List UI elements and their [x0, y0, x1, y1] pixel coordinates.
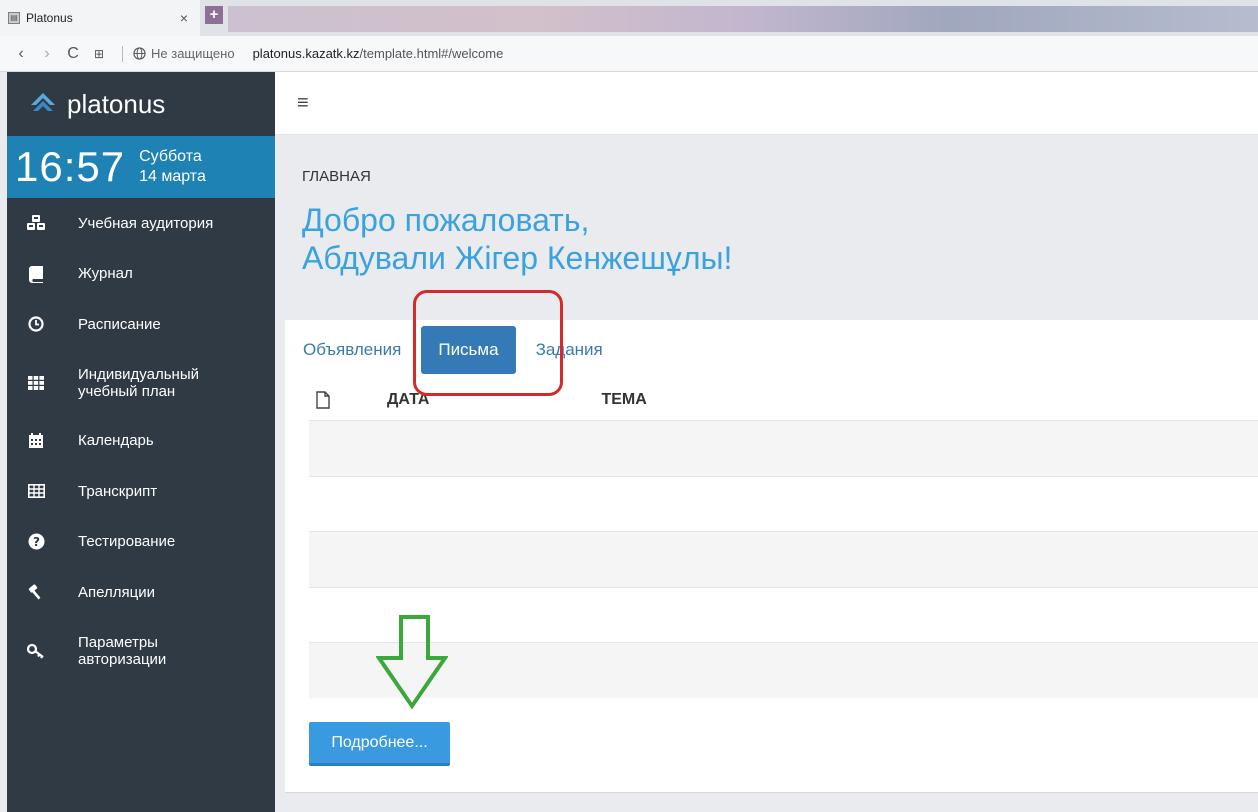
- sidebar-item-label: Индивидуальный учебный план: [78, 366, 199, 400]
- brand-name: platonus: [67, 88, 166, 119]
- breadcrumb: ГЛАВНАЯ: [302, 168, 371, 185]
- clock-widget: 16:57 Суббота 14 марта: [7, 136, 275, 198]
- clock-weekday: Суббота: [139, 148, 202, 165]
- security-note: Не защищено: [151, 46, 235, 61]
- sidebar-item-label: Учебная аудитория: [78, 214, 214, 232]
- brand[interactable]: platonus: [7, 72, 275, 136]
- hamburger-menu-icon[interactable]: ≡: [297, 92, 309, 115]
- tab-title: Platonus: [26, 11, 73, 25]
- sidebar-item-appeals[interactable]: Апелляции: [7, 567, 275, 618]
- table-row: [309, 531, 1258, 587]
- svg-text:?: ?: [33, 535, 40, 549]
- address-bar: ‹ › C ⊞ Не защищено platonus.kazatk.kz/t…: [0, 36, 1258, 72]
- clock-date: Суббота 14 марта: [139, 147, 206, 187]
- messages-table: [309, 420, 1258, 698]
- cubes-icon: [25, 212, 47, 234]
- clock-icon: [25, 313, 47, 335]
- red-highlight-box: [413, 290, 563, 396]
- more-button[interactable]: Подробнее...: [309, 722, 450, 766]
- sidebar-item-label: Апелляции: [78, 583, 155, 601]
- table-row: [309, 475, 1258, 532]
- platonus-logo-icon: [31, 93, 55, 111]
- column-subject[interactable]: ТЕМА: [601, 391, 646, 409]
- green-down-arrow-icon: [376, 615, 448, 710]
- top-bar: ≡: [275, 72, 1258, 135]
- table-icon: [25, 480, 47, 502]
- tab-bar-background: [228, 6, 1258, 32]
- forward-icon[interactable]: ›: [34, 45, 60, 63]
- label-line-1: Параметры: [78, 633, 158, 651]
- welcome-line-1: Добро пожаловать,: [302, 202, 590, 238]
- clock-time: 16:57: [15, 143, 126, 190]
- welcome-line-2: Абдували Жігер Кенжешұлы!: [302, 240, 733, 276]
- sidebar-item-auth-settings[interactable]: Параметры авторизации: [7, 618, 275, 684]
- tab-announcements[interactable]: Объявления: [303, 340, 409, 360]
- apps-grid-icon[interactable]: ⊞: [86, 47, 112, 61]
- sidebar-item-testing[interactable]: ? Тестирование: [7, 517, 275, 568]
- security-indicator[interactable]: Не защищено: [133, 46, 235, 61]
- reload-icon[interactable]: C: [60, 45, 86, 63]
- url-domain: platonus.kazatk.kz: [252, 46, 360, 61]
- label-line-1: Индивидуальный: [78, 365, 199, 383]
- table-row: [309, 420, 1258, 476]
- sidebar-item-transcript[interactable]: Транскрипт: [7, 466, 275, 517]
- url-path: /template.html#/welcome: [359, 46, 504, 61]
- table-row: [309, 586, 1258, 643]
- sidebar-item-label: Календарь: [78, 432, 154, 450]
- label-line-2: учебный план: [78, 382, 176, 400]
- sidebar-item-label: Тестирование: [78, 533, 176, 551]
- table-row: [309, 642, 1258, 698]
- key-icon: [25, 640, 47, 662]
- close-tab-icon[interactable]: ×: [180, 10, 188, 26]
- welcome-title: Добро пожаловать, Абдували Жігер Кенжешұ…: [302, 201, 732, 277]
- calendar-icon: [25, 430, 47, 452]
- page-header: ГЛАВНАЯ Добро пожаловать, Абдували Жігер…: [275, 135, 1258, 315]
- new-tab-button[interactable]: +: [205, 6, 223, 24]
- browser-tab[interactable]: ▤ Platonus ×: [0, 0, 200, 36]
- question-icon: ?: [25, 531, 47, 553]
- divider: [122, 45, 123, 62]
- sidebar-item-journal[interactable]: Журнал: [7, 249, 275, 300]
- file-icon: [316, 391, 330, 409]
- divider: [285, 792, 1258, 793]
- clock-day: 14 марта: [139, 168, 206, 185]
- sidebar-item-calendar[interactable]: Календарь: [7, 416, 275, 467]
- page-icon: ▤: [8, 12, 20, 24]
- sidebar-item-schedule[interactable]: Расписание: [7, 299, 275, 350]
- back-icon[interactable]: ‹: [8, 45, 34, 63]
- globe-icon: [133, 47, 146, 60]
- sidebar-item-classroom[interactable]: Учебная аудитория: [7, 198, 275, 249]
- label-line-2: авторизации: [78, 650, 167, 668]
- book-icon: [25, 263, 47, 285]
- sidebar-item-label: Параметры авторизации: [78, 634, 166, 668]
- sidebar-item-label: Расписание: [78, 315, 161, 333]
- sidebar-item-label: Журнал: [78, 265, 133, 283]
- url-field[interactable]: platonus.kazatk.kz/template.html#/welcom…: [253, 46, 504, 61]
- browser-tab-bar: ▤ Platonus × +: [0, 0, 1258, 36]
- gavel-icon: [25, 581, 47, 603]
- sidebar-menu: Учебная аудитория Журнал Расписание Инди…: [7, 198, 275, 684]
- sidebar: platonus 16:57 Суббота 14 марта Учебная …: [7, 72, 275, 812]
- grid-icon: [25, 372, 47, 394]
- sidebar-item-study-plan[interactable]: Индивидуальный учебный план: [7, 350, 275, 416]
- sidebar-item-label: Транскрипт: [78, 482, 158, 500]
